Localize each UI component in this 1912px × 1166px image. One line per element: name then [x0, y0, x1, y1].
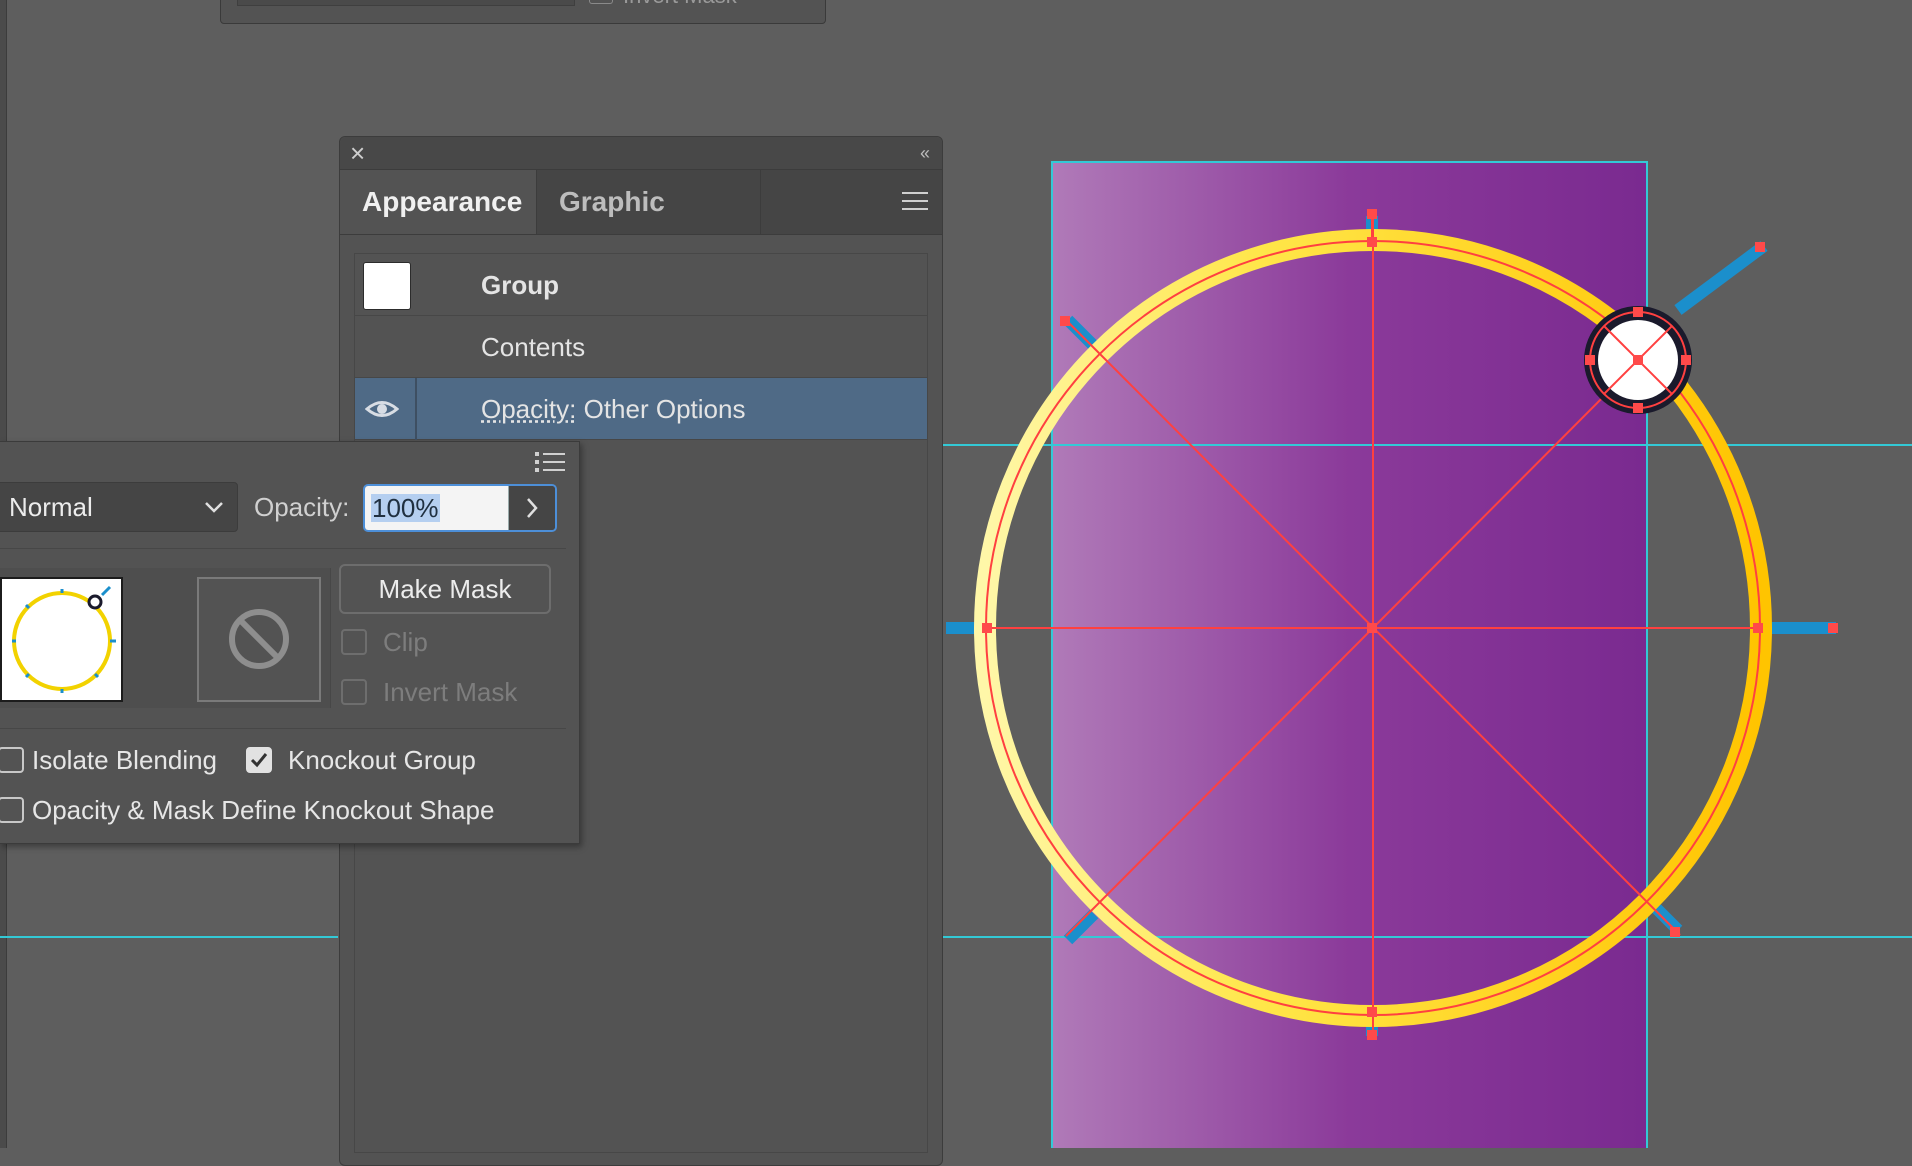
divider	[0, 728, 566, 729]
opacity-input-value: 100%	[371, 493, 440, 523]
isolate-blending-option: Isolate Blending	[0, 740, 238, 780]
define-knockout-option: Opacity & Mask Define Knockout Shape	[0, 790, 558, 830]
object-thumbnail[interactable]	[0, 577, 123, 702]
close-icon[interactable]: ×	[350, 140, 365, 166]
contents-label: Contents	[481, 332, 586, 362]
transparency-popup: Normal Opacity: 100% Make Mask Clip Inve…	[0, 441, 580, 844]
opacity-slider-button[interactable]	[509, 486, 555, 530]
knockout-group-label: Knockout Group	[288, 745, 476, 775]
define-knockout-checkbox[interactable]	[0, 797, 24, 823]
invert-mask-option: Invert Mask	[341, 672, 561, 712]
clip-label: Clip	[383, 627, 428, 657]
anchor-points	[982, 209, 1838, 1040]
opacity-row-value: Other Options	[583, 394, 746, 424]
yellow-ring	[974, 229, 1772, 1027]
no-mask-icon	[229, 609, 289, 669]
eye-icon[interactable]	[365, 394, 399, 424]
top-partial-field[interactable]	[237, 0, 575, 6]
knockout-group-checkbox[interactable]	[246, 747, 272, 773]
knockout-group-option: Knockout Group	[246, 740, 546, 780]
panel-menu-icon[interactable]	[902, 192, 928, 212]
ring-thumbnail-icon	[12, 585, 116, 693]
isolate-blending-checkbox[interactable]	[0, 747, 24, 773]
appearance-row-group[interactable]: Group	[355, 254, 927, 316]
tab-graphic-styles[interactable]: Graphic Styles	[537, 170, 761, 281]
appearance-row-opacity[interactable]: Opacity: Other Options	[355, 378, 927, 440]
checkmark-icon	[250, 753, 268, 768]
opacity-row-text: Opacity: Other Options	[481, 378, 745, 440]
define-knockout-label: Opacity & Mask Define Knockout Shape	[32, 795, 495, 825]
top-partial-panel: Invert Mask	[220, 0, 826, 24]
clip-option: Clip	[341, 622, 561, 662]
appearance-row-contents[interactable]: Contents	[355, 316, 927, 378]
blend-mode-select[interactable]: Normal	[0, 482, 238, 532]
make-mask-button[interactable]: Make Mask	[339, 564, 551, 614]
invert-mask-label: Invert Mask	[383, 677, 518, 707]
selection-paths	[985, 214, 1761, 1036]
mask-thumbnail[interactable]	[197, 577, 321, 702]
chevron-right-icon	[527, 498, 538, 518]
tick-marks	[946, 216, 1836, 1036]
clip-checkbox[interactable]	[341, 629, 367, 655]
invert-mask-checkbox[interactable]	[341, 679, 367, 705]
top-partial-label: Invert Mask	[623, 0, 737, 9]
blend-mode-value: Normal	[9, 492, 93, 522]
list-menu-icon[interactable]	[535, 450, 565, 474]
opacity-link[interactable]: Opacity:	[481, 394, 576, 424]
collapse-icon[interactable]: ‹‹	[920, 143, 930, 164]
opacity-field[interactable]: 100%	[363, 484, 557, 532]
chevron-down-icon	[205, 502, 223, 513]
group-thumbnail	[363, 262, 411, 310]
top-partial-checkbox[interactable]	[589, 0, 613, 4]
opacity-label: Opacity:	[254, 492, 350, 522]
knob-outer	[1584, 306, 1692, 414]
panel-tabs: Appearance Graphic Styles	[340, 170, 942, 281]
isolate-blending-label: Isolate Blending	[32, 745, 218, 775]
tab-appearance[interactable]: Appearance	[340, 170, 537, 234]
divider	[0, 548, 566, 549]
gradient-rectangle	[1051, 161, 1648, 1148]
knob-inner	[1598, 320, 1678, 400]
group-label: Group	[481, 270, 559, 300]
panel-titlebar[interactable]: × ‹‹	[340, 137, 942, 170]
